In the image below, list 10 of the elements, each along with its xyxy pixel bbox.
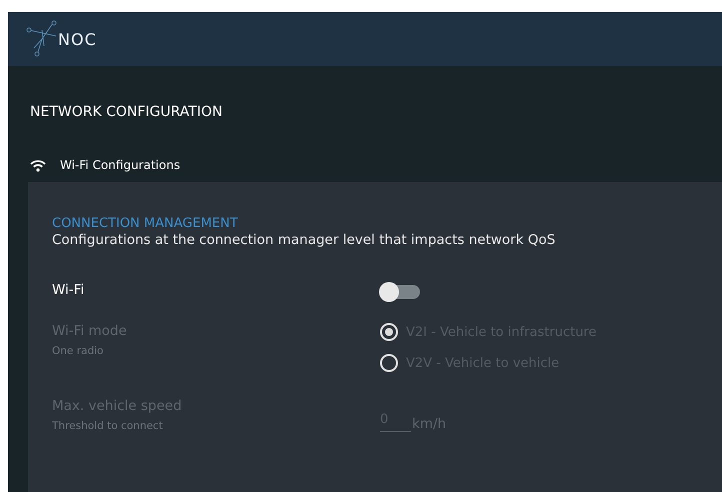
section-tab[interactable]: Wi-Fi Configurations xyxy=(60,158,180,172)
panel-description: Configurations at the connection manager level that impacts network QoS xyxy=(52,232,556,248)
wifi-toggle[interactable] xyxy=(380,285,420,299)
setting-hint: One radio xyxy=(52,345,104,357)
setting-label: Wi-Fi xyxy=(52,282,86,298)
setting-hint: Threshold to connect xyxy=(52,420,164,432)
wifi-icon xyxy=(30,158,46,172)
panel-heading: CONNECTION MANAGEMENT xyxy=(52,216,239,231)
page-title: NETWORK CONFIGURATION xyxy=(29,103,224,122)
logo-text: NOC xyxy=(58,30,97,48)
